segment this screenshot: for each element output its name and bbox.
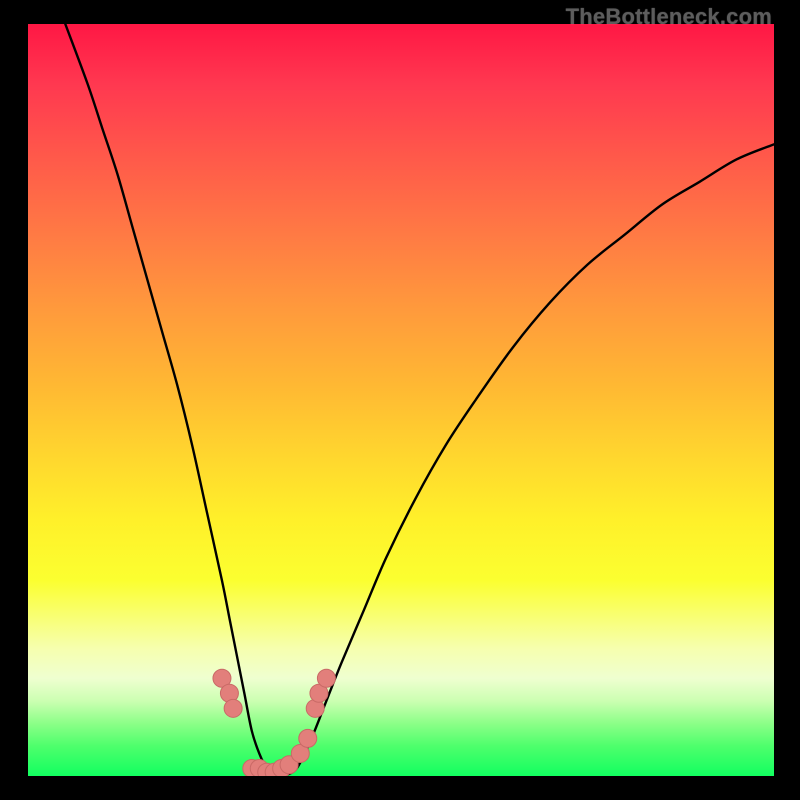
data-marker [224,699,242,717]
data-marker [299,729,317,747]
marker-group [213,669,335,776]
attribution-label: TheBottleneck.com [566,4,772,30]
marker-layer [28,24,774,776]
data-marker [317,669,335,687]
chart-frame [28,24,774,776]
